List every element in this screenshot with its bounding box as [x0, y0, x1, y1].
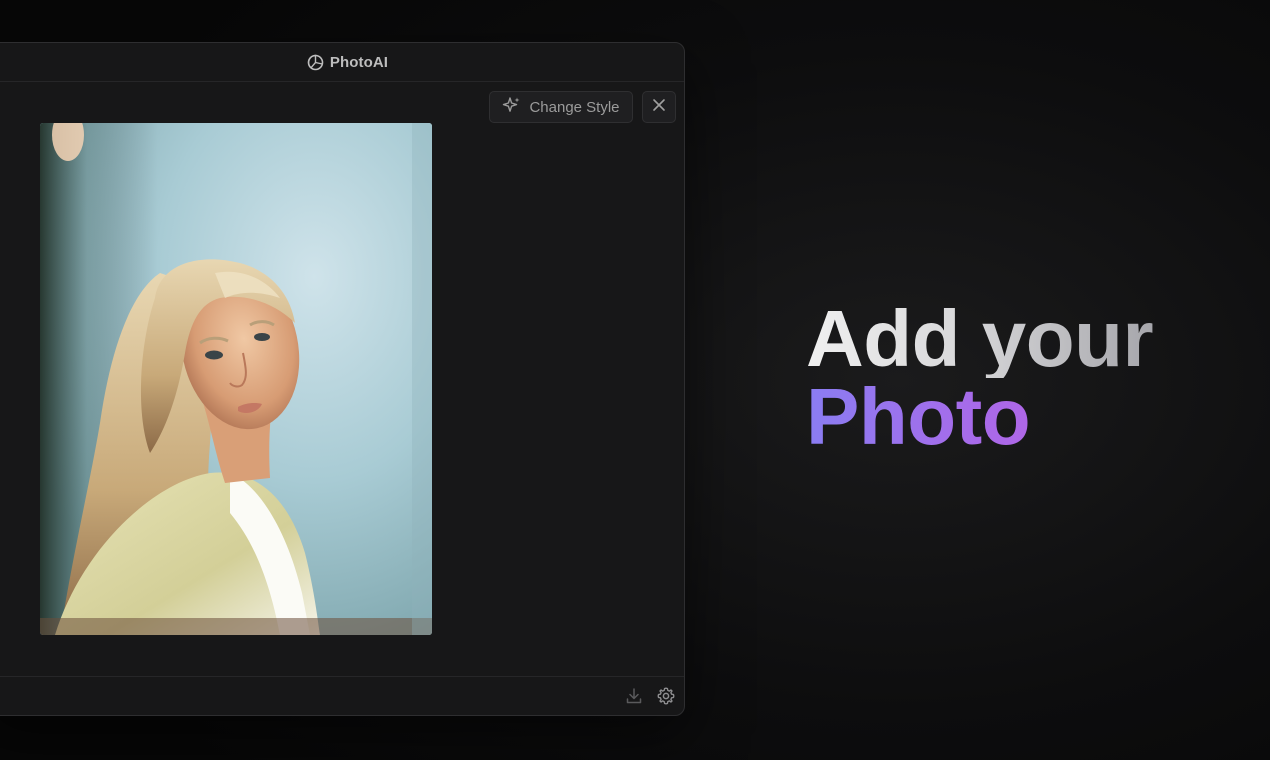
app-title: PhotoAI [307, 54, 388, 71]
hero-line-2: Photo [806, 377, 1153, 457]
hero-line-1: Add your [806, 294, 1154, 383]
app-window: PhotoAI Change Style [0, 42, 685, 716]
photoai-logo-icon [307, 54, 324, 71]
download-icon[interactable] [624, 686, 644, 706]
change-style-button[interactable]: Change Style [489, 91, 633, 123]
window-footer [0, 676, 684, 715]
close-icon [652, 98, 666, 116]
close-button[interactable] [642, 91, 676, 123]
editor-canvas: Change Style [0, 82, 684, 677]
editor-toolbar: Change Style [489, 91, 676, 123]
uploaded-photo[interactable] [40, 123, 432, 635]
gear-icon[interactable] [656, 686, 676, 706]
app-title-text: PhotoAI [329, 53, 389, 71]
footer-actions [624, 686, 676, 706]
sparkle-icon [502, 96, 521, 119]
hero-headline: Add your Photo [806, 294, 1154, 457]
change-style-label: Change Style [529, 98, 620, 116]
title-bar: PhotoAI [0, 43, 684, 82]
